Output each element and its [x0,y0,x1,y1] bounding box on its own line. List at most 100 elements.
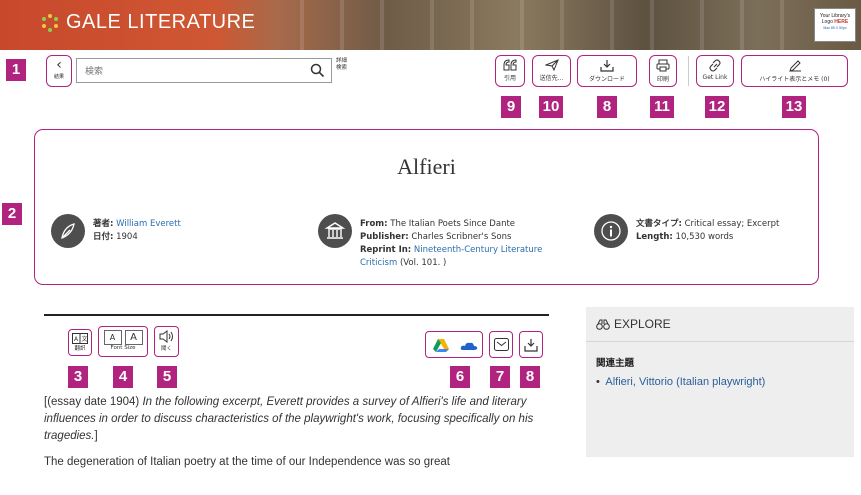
highlights-notes-button[interactable]: ハイライト表示とメモ (0) [741,55,848,87]
download-icon [524,339,538,352]
quill-icon [51,214,85,248]
download-button[interactable]: ダウンロード [577,55,637,87]
doctype-meta: 文書タイプ: Critical essay; Excerpt Length: 1… [636,218,779,244]
publisher-row: Publisher: Charles Scribner's Sons [360,231,580,244]
badge-3: 3 [68,366,88,388]
onedrive-icon[interactable] [460,340,478,352]
intro-suffix: ] [94,430,98,442]
google-drive-icon[interactable] [432,338,450,353]
author-date-meta: 著者: William Everett 日付: 1904 [93,218,181,244]
badge-13: 13 [782,96,806,118]
print-button[interactable]: 印刷 [649,55,677,87]
get-link-label: Get Link [702,74,728,81]
publisher-value: Charles Scribner's Sons [411,232,512,242]
toolbar-divider [688,56,689,86]
send-label: 送信先... [539,75,564,82]
intro-prefix: [(essay date 1904) [44,396,140,408]
article-body: [(essay date 1904) In the following exce… [44,394,544,480]
reprint-volume: (Vol. 101. ) [399,258,447,268]
search-box[interactable] [76,58,332,83]
reprint-row: Reprint In: Nineteenth-Century Literatur… [360,244,580,270]
download-content-button[interactable] [519,331,543,358]
from-label: From: [360,219,388,229]
send-icon [544,59,559,71]
translate-button[interactable]: A文 翻訳 [68,329,92,356]
app-header: GALE LITERATURE Your Library's Logo HERE… [0,0,861,50]
doctype-label: 文書タイプ: [636,219,682,229]
author-row: 著者: William Everett [93,218,181,231]
badge-1: 1 [6,59,26,81]
article-intro: [(essay date 1904) In the following exce… [44,394,544,445]
explore-header: EXPLORE [586,307,854,342]
font-size-control[interactable]: A A Font Size [98,326,148,357]
gale-logo-icon [42,13,58,32]
from-row: From: The Italian Poets Since Dante [360,218,580,231]
source-meta: From: The Italian Poets Since Dante Publ… [360,218,580,270]
date-row: 日付: 1904 [93,231,181,244]
binoculars-icon [596,319,610,330]
related-subject-item[interactable]: • Alfieri, Vittorio (Italian playwright) [596,376,765,388]
author-link[interactable]: William Everett [116,219,181,229]
download-icon [600,60,614,72]
listen-button[interactable]: 聞く [154,326,179,357]
pencil-icon [788,60,801,72]
badge-10: 10 [539,96,563,118]
library-logo-size: Max 85 X 50px [823,26,847,30]
library-logo: Your Library's Logo HERE Max 85 X 50px [814,8,856,42]
date-value: 1904 [116,232,138,242]
font-size-label: Font Size [110,345,136,351]
doctype-row: 文書タイプ: Critical essay; Excerpt [636,218,779,231]
send-to-button[interactable]: 送信先... [532,55,571,87]
date-label: 日付: [93,232,114,242]
badge-12: 12 [705,96,729,118]
back-to-results-button[interactable]: ‹ 結果 [46,55,72,87]
translate-label: 翻訳 [74,346,86,352]
author-label: 著者: [93,219,114,229]
article-paragraph: The degeneration of Italian poetry at th… [44,456,450,468]
cite-button[interactable]: 引用 [495,55,525,87]
related-subjects-title: 関連主題 [596,358,635,369]
advanced-search-link[interactable]: 詳細検索 [336,58,350,72]
print-label: 印刷 [656,76,669,83]
get-link-button[interactable]: Get Link [696,55,734,87]
explore-label: EXPLORE [614,317,671,331]
length-row: Length: 10,530 words [636,231,779,244]
content-divider [44,314,549,316]
reprint-label: Reprint In: [360,245,412,255]
print-icon [656,59,670,72]
brand-name: GALE LITERATURE [66,11,256,33]
search-icon[interactable] [310,63,325,78]
length-label: Length: [636,232,673,242]
cite-label: 引用 [503,75,516,82]
badge-9: 9 [501,96,521,118]
length-value: 10,530 words [675,232,734,242]
badge-2: 2 [2,203,22,225]
explore-sidebar: EXPLORE 関連主題 • Alfieri, Vittorio (Italia… [586,307,854,457]
mail-icon [493,338,509,351]
link-icon [709,59,721,72]
download-label: ダウンロード [588,76,625,83]
badge-6: 6 [450,366,470,388]
email-button[interactable] [489,331,513,358]
related-subject-link[interactable]: Alfieri, Vittorio (Italian playwright) [605,376,765,388]
gale-logo[interactable]: GALE LITERATURE [40,11,255,34]
chevron-left-icon: ‹ [56,57,62,73]
badge-8-content: 8 [520,366,540,388]
svg-text:A: A [74,336,79,343]
back-label: 結果 [53,74,64,80]
document-title: Alfieri [397,154,456,179]
font-decrease-button[interactable]: A [103,330,122,345]
svg-text:文: 文 [82,335,88,343]
badge-5: 5 [157,366,177,388]
search-input[interactable] [83,62,307,81]
badge-8-top: 8 [597,96,617,118]
highlight-label: ハイライト表示とメモ (0) [759,76,830,83]
document-info-panel: Alfieri 著者: William Everett 日付: 1904 Fro… [34,129,819,285]
from-value: The Italian Poets Since Dante [390,219,516,229]
quote-icon [503,59,517,71]
cloud-save-group [425,331,483,358]
font-increase-button[interactable]: A [124,330,143,345]
publisher-label: Publisher: [360,232,409,242]
listen-label: 聞く [160,346,172,352]
badge-11: 11 [650,96,674,118]
